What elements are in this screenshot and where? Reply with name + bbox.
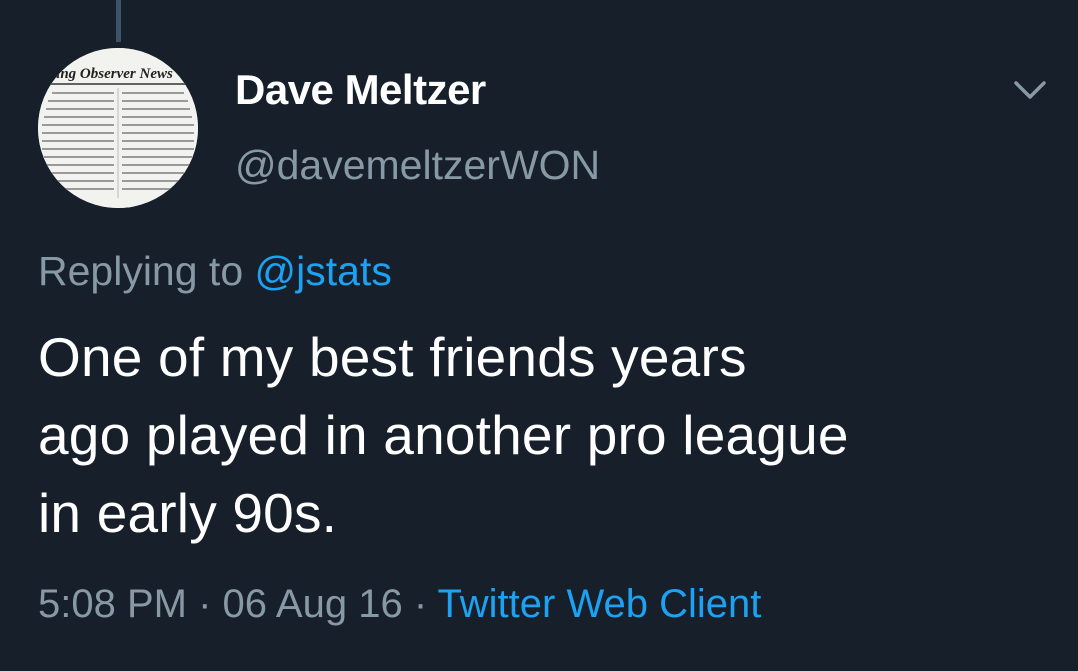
tweet-text: One of my best friends years ago played … <box>38 318 1038 552</box>
author-handle[interactable]: @davemeltzerWON <box>235 142 600 189</box>
avatar[interactable]: ling Observer News <box>38 48 198 208</box>
tweet-client-link[interactable]: Twitter Web Client <box>438 582 762 626</box>
tweet-meta: 5:08 PM · 06 Aug 16 · Twitter Web Client <box>38 582 761 627</box>
tweet-date[interactable]: 06 Aug 16 <box>223 582 403 626</box>
tweet-text-line: in early 90s. <box>38 482 338 544</box>
tweet-time[interactable]: 5:08 PM <box>38 582 187 626</box>
replying-to: Replying to @jstats <box>38 248 392 295</box>
newsletter-avatar-image: ling Observer News <box>38 48 198 208</box>
chevron-down-icon[interactable] <box>1010 76 1050 104</box>
tweet-text-line: ago played in another pro league <box>38 404 849 466</box>
replying-to-label: Replying to <box>38 248 255 294</box>
author-display-name[interactable]: Dave Meltzer <box>235 66 486 114</box>
tweet-text-line: One of my best friends years <box>38 326 747 388</box>
meta-separator: · <box>402 582 438 626</box>
thread-connector-line <box>116 0 121 42</box>
meta-separator: · <box>186 582 223 626</box>
svg-text:ling Observer News: ling Observer News <box>52 66 173 82</box>
reply-mention-link[interactable]: @jstats <box>255 248 392 294</box>
